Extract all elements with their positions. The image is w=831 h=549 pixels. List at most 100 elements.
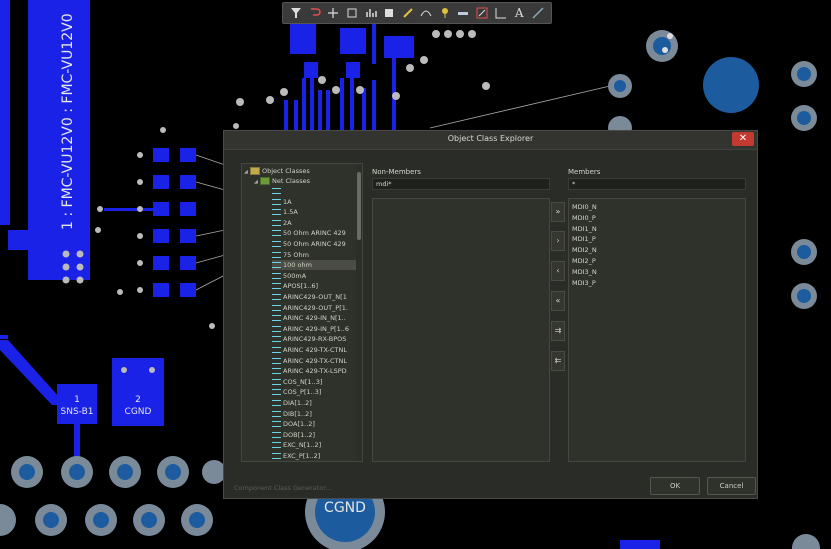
tree-item[interactable]: ARINC 429-IN_N[1.. [272,313,356,323]
tree-item[interactable]: 50 Ohm ARINC 429 [272,239,356,249]
mounting-hole [703,57,759,113]
dialog-title: Object Class Explorer [447,134,534,143]
add-all-button[interactable]: » [551,202,565,222]
tree-root[interactable]: ◢ Object Classes [244,166,310,176]
tree-item[interactable] [272,186,356,196]
remove-all-button[interactable]: « [551,291,565,311]
tree-item[interactable]: APOS[1..6] [272,281,356,291]
bottom-pad-row [0,456,226,536]
class-tree[interactable]: ◢ Object Classes ◢ Net Classes 1A 1.5A 2A 50 … [241,163,363,462]
members-list[interactable]: MDI0_N MDI0_P MDI1_N MDI1_P MDI2_N MDI2_P MDI3… [568,198,746,462]
nonmembers-filter-input[interactable]: mdi* [372,178,550,190]
tree-item[interactable]: 75 Ohm [272,250,356,260]
net-class-icon [272,251,281,258]
tree-item[interactable]: EXC_N[1..2] [272,440,356,450]
remove-button[interactable]: ‹ [551,261,565,281]
members-filter-input[interactable]: * [568,178,746,190]
tree-item-label: EXC_N[1..2] [283,441,322,450]
member-item[interactable]: MDI0_N [572,202,597,212]
net-class-icon [272,410,281,417]
filter-icon[interactable] [289,5,304,21]
tree-item[interactable]: COS_N[1..3] [272,377,356,387]
remove-filtered-button[interactable]: ⇇ [551,351,565,371]
tree-item[interactable]: 100 ohm [272,260,356,271]
pad-cgnd-number: 2 [135,395,141,405]
ok-button[interactable]: OK [650,477,700,495]
member-item[interactable]: MDI2_N [572,245,597,255]
pencil-icon[interactable] [400,5,415,21]
tree-item-label: COS_N[1..3] [283,377,323,386]
rect-icon[interactable] [345,5,360,21]
tree-item[interactable]: DOA[1..2] [272,419,356,429]
net-class-icon [272,219,281,226]
net-class-icon [272,442,281,449]
tree-item[interactable]: EXC_P[1..2] [272,451,356,461]
net-class-icon [272,389,281,396]
pin-icon[interactable] [438,5,453,21]
nonmembers-label: Non-Members [372,168,421,176]
tree-item-label: COS_P[1..3] [283,388,322,397]
component-icon[interactable] [382,5,397,21]
tree-item[interactable]: 500mA [272,271,356,281]
scrollbar-thumb[interactable] [357,172,361,240]
tree-item[interactable]: DOB[1..2] [272,430,356,440]
net-class-icon [272,230,281,237]
tree-item[interactable]: ARINC 429-TX-CTNL [272,345,356,355]
pad-sns-number: 1 [74,395,80,405]
line-icon[interactable] [531,5,546,21]
net-class-icon [272,241,281,247]
net-class-icon [272,304,281,311]
member-item[interactable]: MDI3_N [572,267,597,277]
arc-icon[interactable] [419,5,434,21]
tree-item[interactable]: DIB[1..2] [272,409,356,419]
add-button[interactable]: › [551,231,565,251]
layer-icon[interactable] [456,5,471,21]
member-item[interactable]: MDI2_P [572,256,596,266]
tree-item-label: ARINC 429-TX-CTNL [283,356,347,365]
bar-chart-icon[interactable] [363,5,378,21]
tree-item-label: ARINC429-OUT_N[1 [283,293,347,301]
nonmembers-list[interactable] [372,198,550,462]
members-label: Members [568,168,601,176]
tree-item[interactable]: DIA[1..2] [272,398,356,408]
tree-item[interactable]: ARINC 429-IN_P[1..6 [272,324,356,334]
tree-item-label: ARINC429-OUT_P[1. [283,303,348,312]
tree-item[interactable]: 1A [272,197,356,207]
net-class-icon [272,378,281,385]
cross-icon[interactable] [326,5,341,21]
tree-item[interactable]: ARINC429-RX-BPOS [272,334,356,344]
tree-group-net-classes[interactable]: ◢ Net Classes [254,176,310,186]
member-item[interactable]: MDI1_N [572,224,597,234]
cancel-button[interactable]: Cancel [707,477,756,495]
tree-item[interactable]: COS_P[1..3] [272,387,356,397]
dimension-icon[interactable] [493,5,508,21]
tree-item-label: 500mA [283,271,307,280]
route-icon[interactable] [308,5,323,21]
add-filtered-button[interactable]: ⇉ [551,321,565,341]
member-item[interactable]: MDI0_P [572,213,596,223]
dialog-titlebar[interactable]: Object Class Explorer ✕ [224,131,757,150]
component-class-generator-link[interactable]: Component Class Generator... [234,484,332,492]
net-class-icon [272,347,281,353]
tree-item-label: ARINC 429-TX-LSPD [283,367,347,376]
tree-item[interactable]: 50 Ohm ARINC 429 [272,228,356,238]
bottom-right-pad [792,534,820,549]
tree-item[interactable]: 2A [272,218,356,228]
member-item[interactable]: MDI1_P [572,234,596,244]
pcb-toolbar: A [282,2,552,24]
text-icon[interactable]: A [512,5,527,21]
tree-item[interactable]: ARINC 429-TX-LSPD [272,366,356,376]
bottom-right-trace [620,540,660,549]
net-class-icon [272,262,281,269]
tree-item[interactable]: ARINC429-OUT_N[1 [272,292,356,302]
tree-scrollbar[interactable] [356,164,362,461]
tree-item-label: DOA[1..2] [283,420,315,429]
close-button[interactable]: ✕ [732,132,754,146]
member-item[interactable]: MDI3_P [572,278,596,288]
power-plane-edge [0,0,10,225]
tree-item[interactable]: ARINC 429-TX-CTNL [272,356,356,366]
rect-select-icon[interactable] [475,5,490,21]
pad-cgnd-via [149,367,155,373]
tree-item[interactable]: ARINC429-OUT_P[1. [272,303,356,313]
tree-item[interactable]: 1.5A [272,207,356,217]
